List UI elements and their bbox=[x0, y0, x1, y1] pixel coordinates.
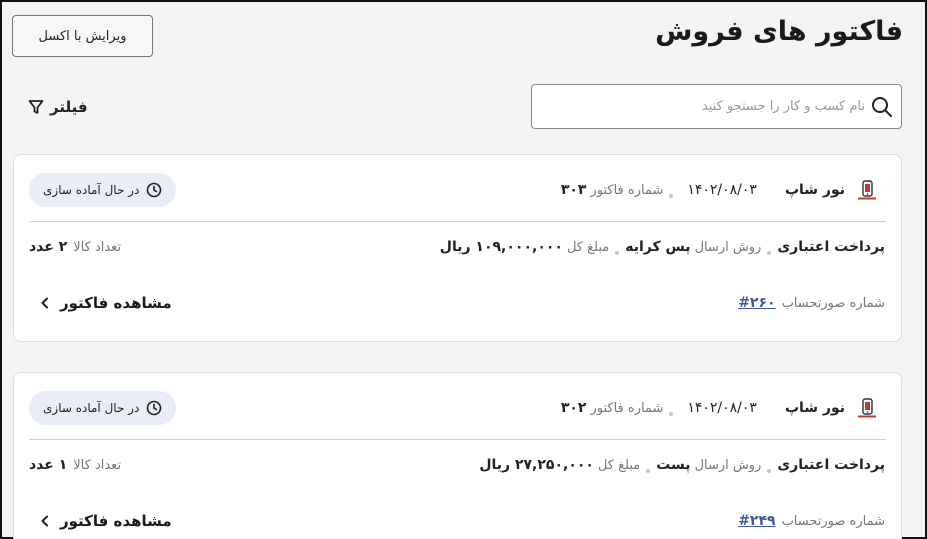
invoice-date: ۱۴۰۲/۰۸/۰۳ bbox=[687, 182, 757, 198]
invoice-number-label: شماره فاکتور bbox=[590, 182, 664, 198]
invoice-number-label: شماره فاکتور bbox=[590, 400, 664, 416]
view-invoice-label: مشاهده فاکتور bbox=[60, 512, 172, 530]
shop-name: نور شاپ bbox=[784, 182, 845, 198]
item-count-value: ۱ عدد bbox=[29, 457, 68, 473]
status-text: در حال آماده سازی bbox=[43, 183, 140, 197]
account-number-label: شماره صورتحساب bbox=[781, 295, 885, 311]
item-count: تعداد کالا ۱ عدد bbox=[29, 453, 121, 477]
account-number-label: شماره صورتحساب bbox=[781, 513, 885, 529]
separator-dot bbox=[669, 412, 674, 416]
separator-dot bbox=[767, 469, 772, 473]
account-number-link[interactable]: #۲۴۹ bbox=[738, 513, 775, 529]
chevron-left-icon bbox=[41, 297, 48, 309]
separator-dot bbox=[646, 469, 651, 473]
item-count-label: تعداد کالا bbox=[73, 457, 122, 473]
filter-label: فیلتر bbox=[50, 98, 88, 116]
invoice-details-row: پرداخت اعتباری روش ارسال پست مبلغ کل ۲۷,… bbox=[14, 453, 901, 477]
view-invoice-label: مشاهده فاکتور bbox=[60, 294, 172, 312]
shipping-method: پست bbox=[656, 457, 691, 473]
clock-icon bbox=[147, 400, 162, 416]
account-number-link[interactable]: #۲۶۰ bbox=[738, 295, 775, 311]
status-badge: در حال آماده سازی bbox=[29, 173, 177, 207]
filter-button[interactable]: فیلتر bbox=[28, 98, 88, 116]
clock-icon bbox=[147, 182, 162, 198]
total-amount: ۱۰۹,۰۰۰,۰۰۰ ریال bbox=[439, 239, 563, 255]
invoice-details-row: پرداخت اعتباری روش ارسال پس کرایه مبلغ ک… bbox=[14, 235, 901, 259]
search-box[interactable] bbox=[531, 84, 902, 129]
filter-icon bbox=[28, 100, 44, 114]
payment-method: پرداخت اعتباری bbox=[777, 239, 885, 255]
total-amount: ۲۷,۲۵۰,۰۰۰ ریال bbox=[479, 457, 594, 473]
divider bbox=[29, 439, 886, 440]
search-input[interactable] bbox=[545, 99, 865, 114]
status-text: در حال آماده سازی bbox=[43, 401, 140, 415]
status-badge: در حال آماده سازی bbox=[29, 391, 177, 425]
edit-with-excel-button[interactable]: ویرایش با اکسل bbox=[12, 15, 153, 57]
item-count-value: ۲ عدد bbox=[29, 239, 68, 255]
total-amount-label: مبلغ کل bbox=[597, 457, 641, 473]
chevron-left-icon bbox=[41, 515, 48, 527]
invoice-number: ۳۰۳ bbox=[560, 182, 587, 198]
search-icon bbox=[872, 96, 892, 117]
invoice-card: نور شاپ ۱۴۰۲/۰۸/۰۳ شماره فاکتور ۳۰۳ در ح… bbox=[13, 154, 902, 342]
page-title: فاکتور های فروش bbox=[655, 16, 903, 47]
separator-dot bbox=[669, 194, 674, 198]
view-invoice-button[interactable]: مشاهده فاکتور bbox=[40, 509, 172, 533]
divider bbox=[29, 221, 886, 222]
shipping-method-label: روش ارسال bbox=[694, 239, 762, 255]
invoice-card: نور شاپ ۱۴۰۲/۰۸/۰۳ شماره فاکتور ۳۰۲ در ح… bbox=[13, 372, 902, 539]
shipping-method: پس کرایه bbox=[625, 239, 691, 255]
view-invoice-button[interactable]: مشاهده فاکتور bbox=[40, 291, 172, 315]
invoice-number: ۳۰۲ bbox=[560, 400, 587, 416]
item-count-label: تعداد کالا bbox=[73, 239, 122, 255]
separator-dot bbox=[767, 251, 772, 255]
payment-method: پرداخت اعتباری bbox=[777, 457, 885, 473]
shop-name: نور شاپ bbox=[784, 400, 845, 416]
shop-logo-icon bbox=[858, 180, 876, 200]
separator-dot bbox=[615, 251, 620, 255]
item-count: تعداد کالا ۲ عدد bbox=[29, 235, 121, 259]
shop-logo-icon bbox=[858, 398, 876, 418]
sales-invoices-page: فاکتور های فروش ویرایش با اکسل فیلتر نور… bbox=[2, 2, 925, 539]
invoice-date: ۱۴۰۲/۰۸/۰۳ bbox=[687, 400, 757, 416]
shipping-method-label: روش ارسال bbox=[694, 457, 762, 473]
total-amount-label: مبلغ کل bbox=[566, 239, 610, 255]
